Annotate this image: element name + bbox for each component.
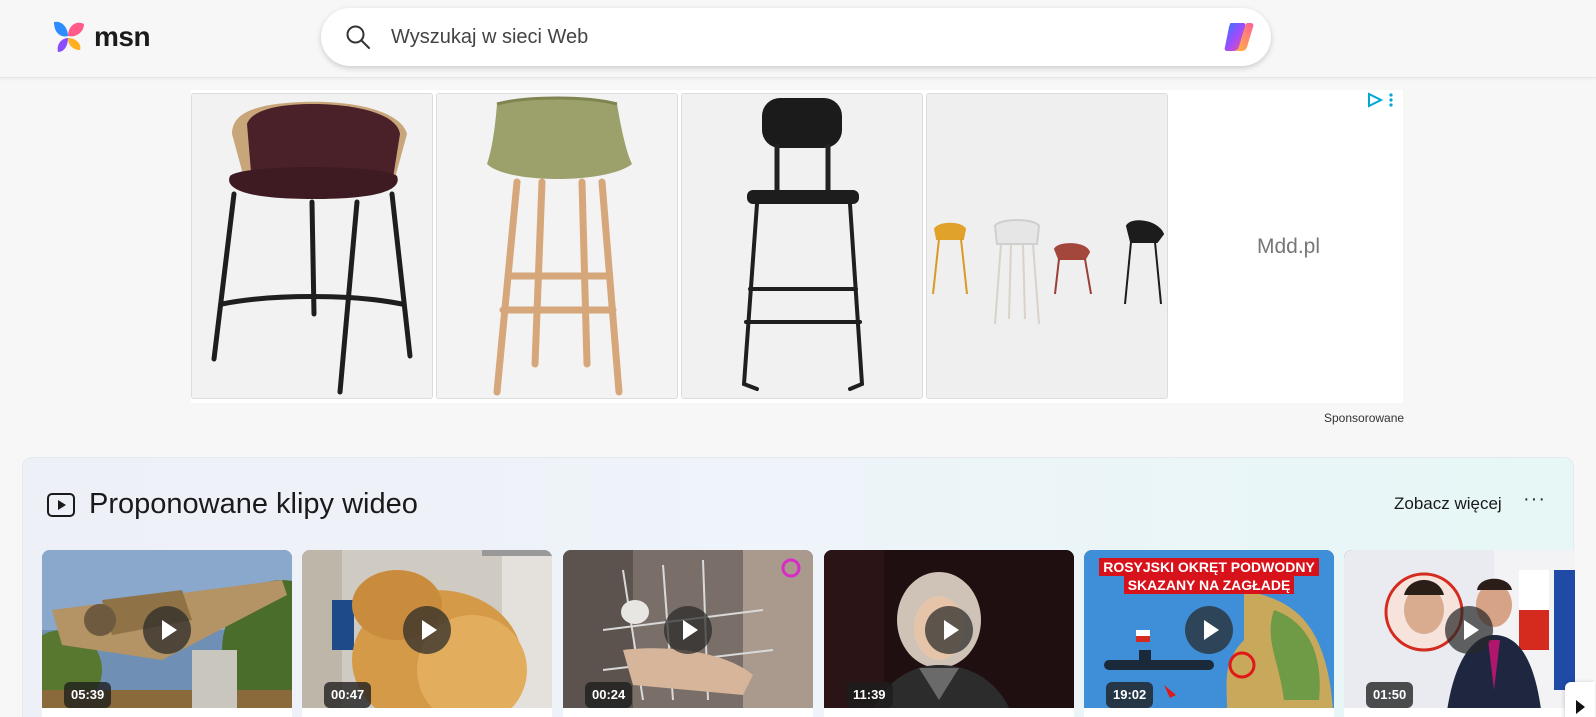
video-icon bbox=[47, 493, 75, 517]
ad-product-image[interactable] bbox=[681, 93, 923, 399]
carousel-next-button[interactable] bbox=[1565, 682, 1595, 717]
video-duration: 05:39 bbox=[64, 682, 112, 708]
search-input[interactable] bbox=[391, 21, 1171, 53]
video-duration: 11:39 bbox=[846, 682, 893, 708]
video-duration: 19:02 bbox=[1106, 682, 1154, 708]
sponsored-ad[interactable]: Mdd.pl bbox=[191, 90, 1403, 403]
video-carousel: 05:39 00:47 00:24 11:39 ROSYJSKI OKRĘT P… bbox=[42, 550, 1575, 717]
top-bar: msn bbox=[0, 0, 1596, 78]
overlay-headline-line2: SKAZANY NA ZAGŁADĘ bbox=[1123, 576, 1295, 594]
play-icon[interactable] bbox=[1185, 606, 1233, 654]
video-card[interactable]: 05:39 bbox=[42, 550, 292, 717]
play-icon[interactable] bbox=[1445, 606, 1493, 654]
video-overlay-headline: ROSYJSKI OKRĘT PODWODNY SKAZANY NA ZAGŁA… bbox=[1088, 558, 1330, 594]
suggested-videos-section: Proponowane klipy wideo Zobacz więcej ··… bbox=[22, 457, 1575, 717]
msn-logo[interactable]: msn bbox=[50, 18, 151, 56]
copilot-icon[interactable] bbox=[1221, 19, 1257, 55]
video-caption-area bbox=[563, 708, 813, 717]
video-card[interactable]: 00:24 bbox=[563, 550, 813, 717]
video-duration: 00:24 bbox=[585, 682, 633, 708]
video-duration: 00:47 bbox=[324, 682, 372, 708]
butterfly-icon bbox=[54, 21, 84, 52]
ad-brand-name[interactable]: Mdd.pl bbox=[1257, 235, 1320, 259]
video-card[interactable]: 11:39 bbox=[824, 550, 1074, 717]
play-icon[interactable] bbox=[664, 606, 712, 654]
bar-stools-image bbox=[927, 94, 1167, 398]
video-duration: 01:50 bbox=[1366, 682, 1414, 708]
play-icon[interactable] bbox=[143, 606, 191, 654]
ad-product-image[interactable] bbox=[926, 93, 1168, 399]
search-box[interactable] bbox=[321, 8, 1271, 66]
play-icon[interactable] bbox=[925, 606, 973, 654]
play-icon[interactable] bbox=[403, 606, 451, 654]
search-icon[interactable] bbox=[345, 24, 371, 50]
ad-choices-icon[interactable] bbox=[1367, 92, 1397, 108]
more-options-button[interactable]: ··· bbox=[1523, 488, 1546, 511]
logo-text: msn bbox=[94, 21, 151, 52]
video-caption-area bbox=[1084, 708, 1334, 717]
bar-chair-image bbox=[682, 94, 922, 398]
overlay-headline-line1: ROSYJSKI OKRĘT PODWODNY bbox=[1099, 558, 1319, 576]
bar-chair-image bbox=[192, 94, 432, 398]
video-card[interactable]: 00:47 bbox=[302, 550, 552, 717]
ad-product-image[interactable] bbox=[191, 93, 433, 399]
ad-product-image[interactable] bbox=[436, 93, 678, 399]
see-more-link[interactable]: Zobacz więcej bbox=[1394, 494, 1502, 514]
video-card[interactable]: 01:50 bbox=[1344, 550, 1575, 717]
sponsored-label: Sponsorowane bbox=[1324, 411, 1405, 425]
bar-chair-image bbox=[437, 94, 677, 398]
video-caption-area bbox=[302, 708, 552, 717]
section-title: Proponowane klipy wideo bbox=[89, 488, 418, 520]
video-caption-area bbox=[42, 708, 292, 717]
video-caption-area bbox=[1344, 708, 1575, 717]
video-card[interactable]: ROSYJSKI OKRĘT PODWODNY SKAZANY NA ZAGŁA… bbox=[1084, 550, 1334, 717]
video-caption-area bbox=[824, 708, 1074, 717]
